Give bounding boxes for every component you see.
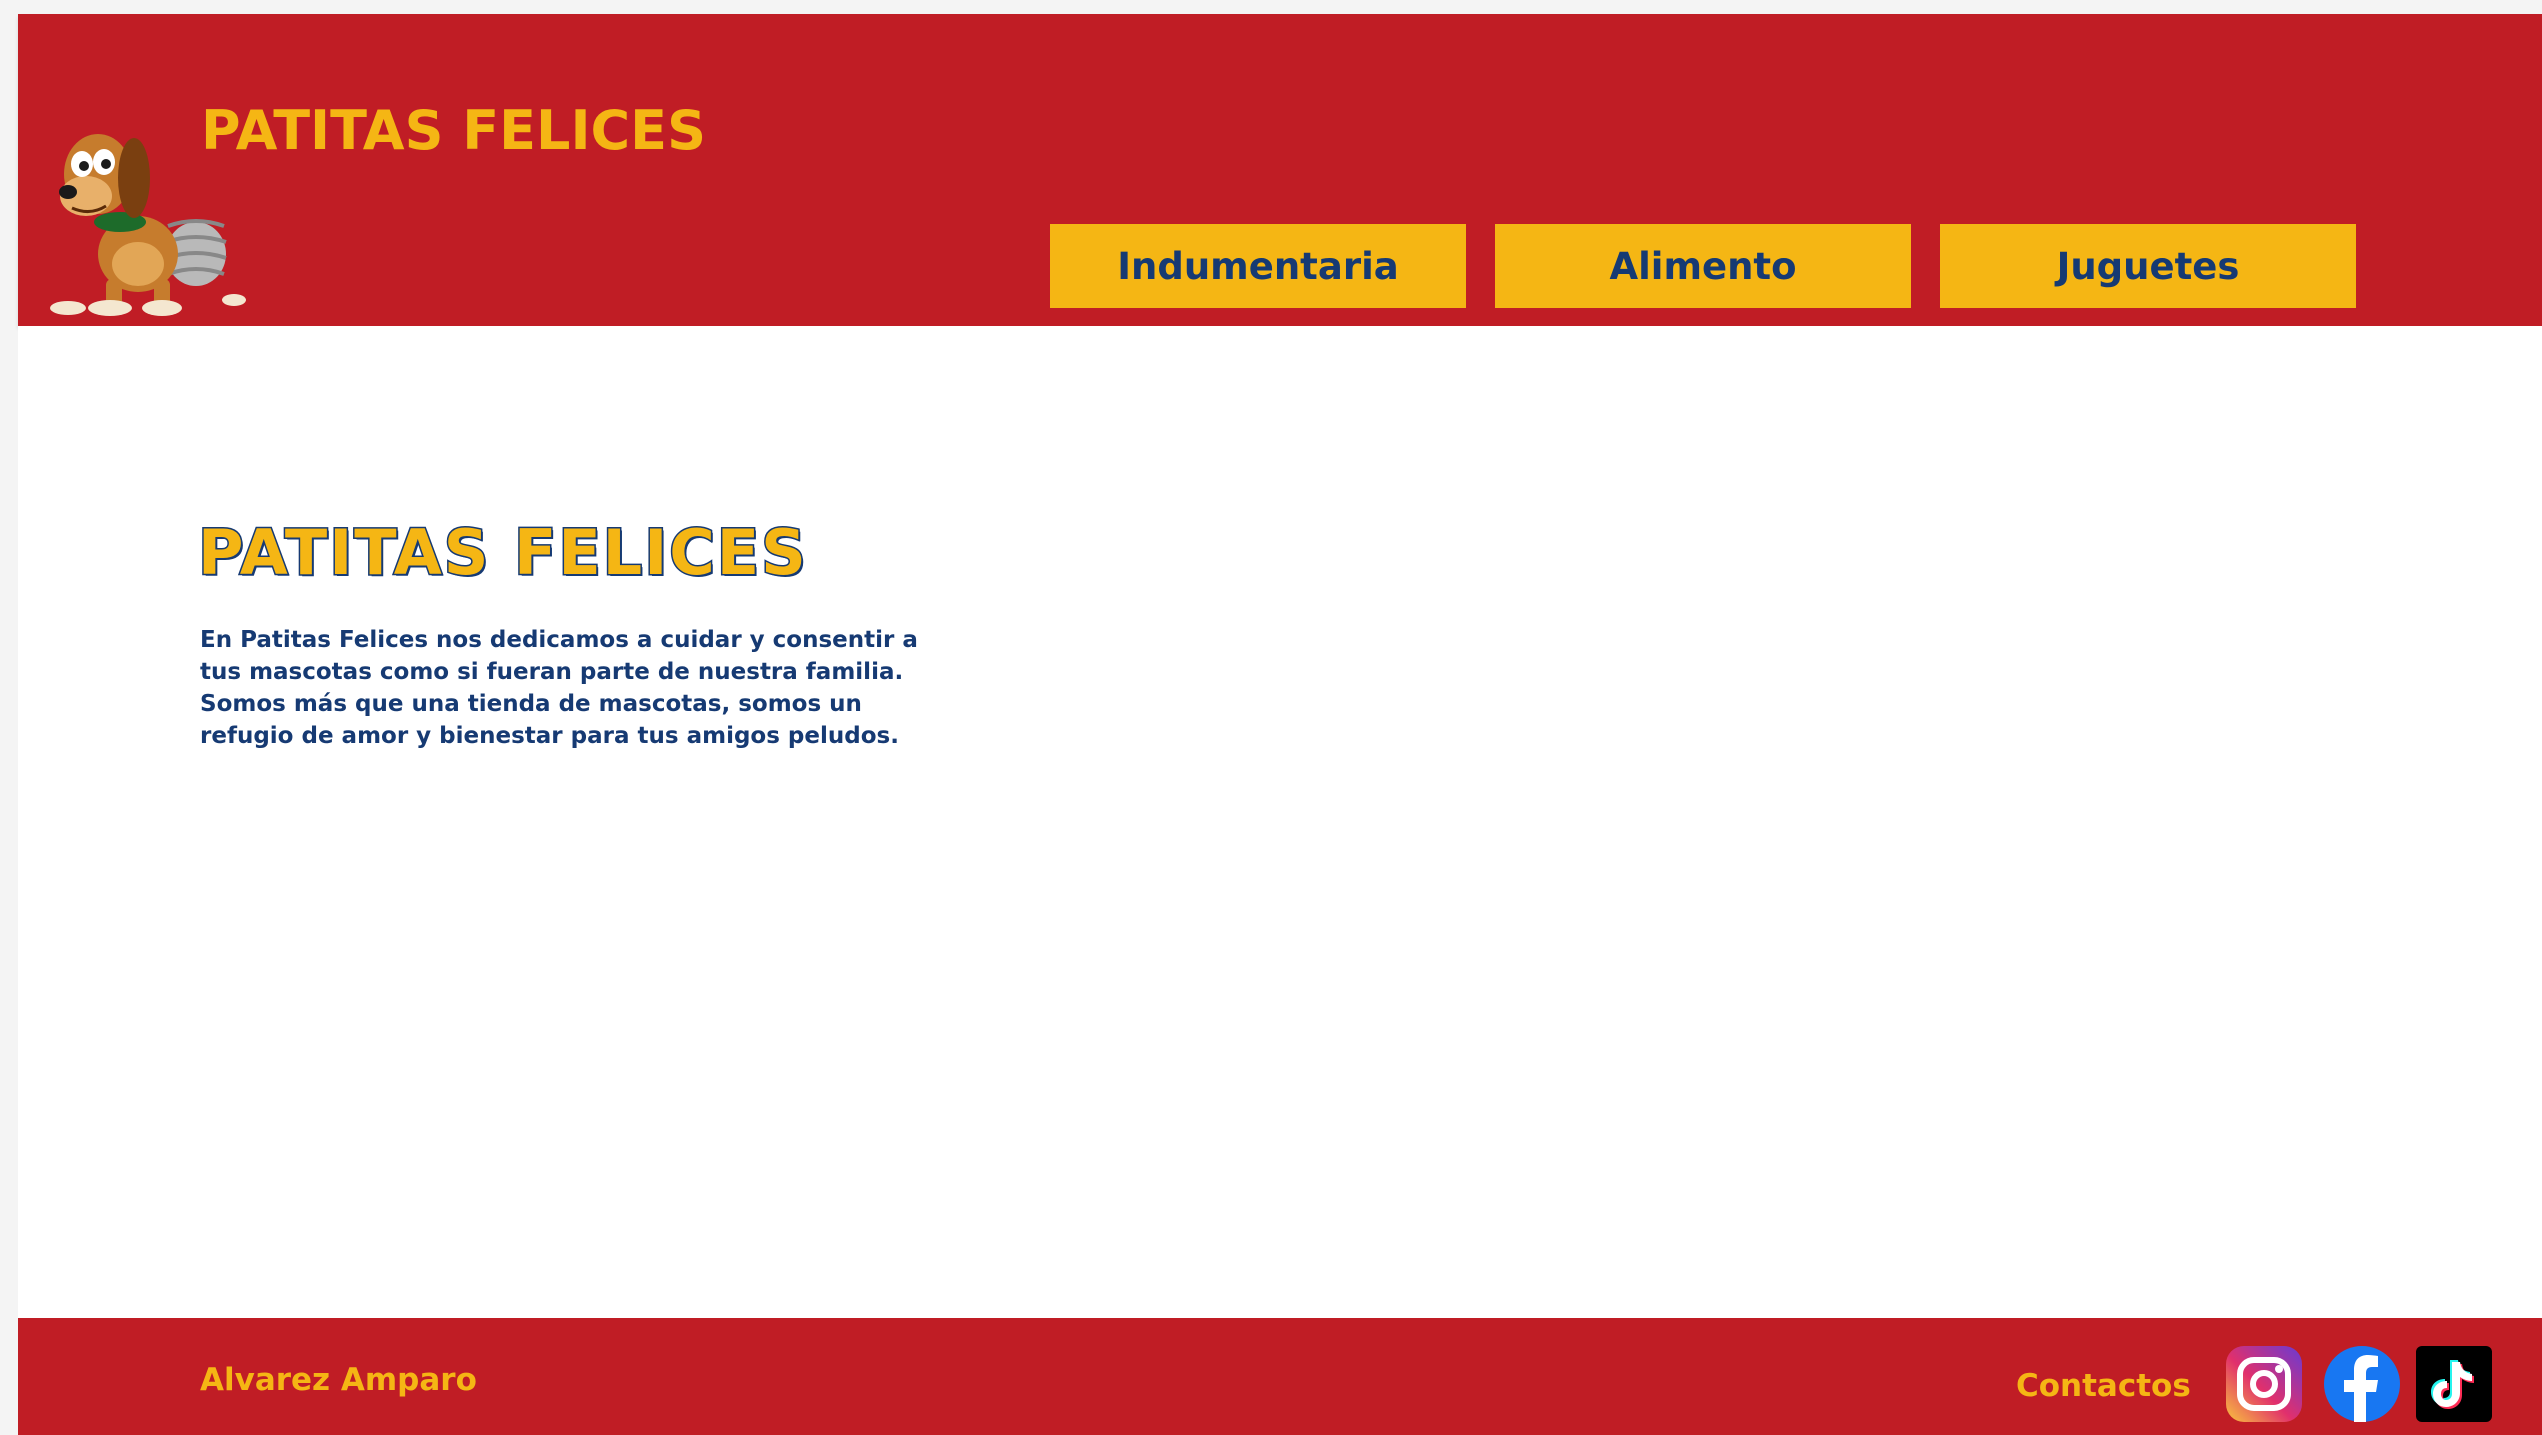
left-margin [0,0,18,1435]
nav-item-indumentaria[interactable]: Indumentaria [1050,224,1466,308]
site-header: PATITAS FELICES Indumentaria Alimento Ju… [18,14,2542,326]
instagram-icon[interactable] [2226,1346,2302,1422]
main-nav: Indumentaria Alimento Juguetes [1050,224,2374,308]
hero-title: PATITAS FELICES [197,516,808,589]
top-margin [0,0,2542,14]
page: PATITAS FELICES Indumentaria Alimento Ju… [0,0,2542,1435]
tiktok-icon[interactable] [2416,1346,2492,1422]
brand-title[interactable]: PATITAS FELICES [201,104,706,158]
nav-item-alimento[interactable]: Alimento [1495,224,1911,308]
footer-author: Alvarez Amparo [200,1362,477,1398]
hero-description: En Patitas Felices nos dedicamos a cuida… [200,627,918,749]
nav-item-juguetes[interactable]: Juguetes [1940,224,2356,308]
main-content: PATITAS FELICES En Patitas Felices nos d… [18,326,2542,1318]
contact-link[interactable]: Contactos [2016,1368,2191,1404]
facebook-icon[interactable] [2324,1346,2400,1422]
site-footer: Alvarez Amparo Contactos [18,1318,2542,1435]
